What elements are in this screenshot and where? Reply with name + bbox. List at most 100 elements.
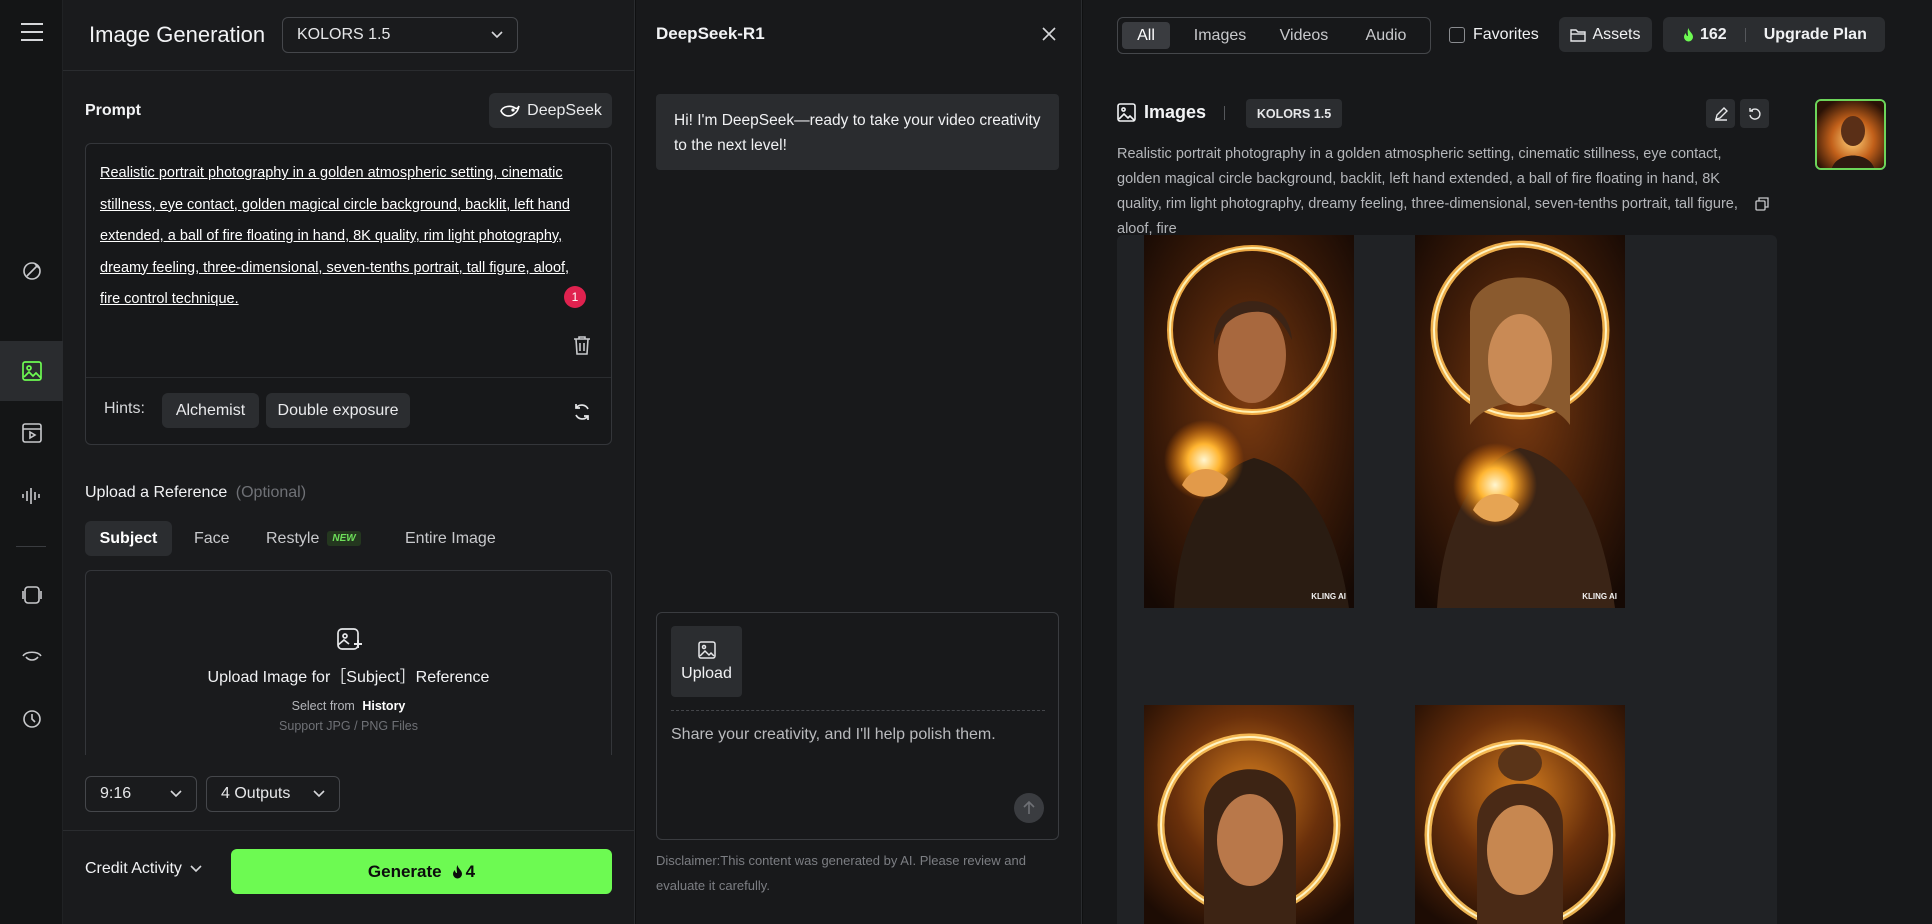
generated-image-2[interactable]: KLING AI	[1415, 235, 1625, 608]
new-badge: NEW	[327, 531, 361, 546]
hint-chip-alchemist[interactable]: Alchemist	[162, 393, 259, 428]
credit-activity-dropdown[interactable]: Credit Activity	[85, 860, 202, 878]
folder-icon	[1570, 28, 1587, 42]
chat-upload-label: Upload	[681, 664, 732, 682]
filter-label: All	[1137, 26, 1155, 44]
tab-entire-image[interactable]: Entire Image	[405, 521, 496, 556]
support-text: Support JPG / PNG Files	[279, 719, 418, 733]
reference-upload-dropzone[interactable]: Upload Image for［Subject］Reference Selec…	[85, 570, 612, 755]
canvas-nav-icon[interactable]	[0, 565, 63, 625]
generated-image-1[interactable]: KLING AI	[1144, 235, 1354, 608]
image-generation-nav-icon[interactable]	[0, 341, 63, 401]
generate-button[interactable]: Generate 4	[231, 849, 612, 894]
reference-label: Upload a Reference (Optional)	[85, 484, 306, 502]
assistant-message: Hi! I'm DeepSeek—ready to take your vide…	[656, 94, 1059, 170]
chevron-down-icon	[313, 790, 325, 798]
chat-input-box[interactable]: Upload Share your creativity, and I'll h…	[656, 612, 1059, 840]
filter-videos[interactable]: Videos	[1268, 22, 1340, 49]
assets-label: Assets	[1592, 25, 1641, 43]
prompt-textarea[interactable]: Realistic portrait photography in a gold…	[85, 143, 612, 445]
credits-divider	[1744, 27, 1746, 42]
deepseek-button[interactable]: DeepSeek	[489, 93, 612, 128]
left-rail	[0, 0, 63, 924]
aspect-ratio-select[interactable]: 9:16	[85, 776, 197, 812]
tab-label: Face	[194, 529, 230, 547]
kling-watermark: KLING AI	[1582, 592, 1617, 601]
chevron-down-icon	[491, 31, 503, 39]
generate-cost-value: 4	[465, 861, 476, 881]
history-nav-icon[interactable]	[0, 689, 63, 749]
tab-face[interactable]: Face	[194, 521, 230, 556]
generation-settings-panel: Image Generation KOLORS 1.5 Prompt DeepS…	[63, 0, 635, 924]
history-thumbnail[interactable]	[1815, 99, 1886, 170]
credits-count: 162	[1700, 25, 1727, 43]
media-filter-tabs: All Images Videos Audio	[1117, 17, 1431, 54]
hint-chip-label: Alchemist	[175, 401, 246, 419]
chevron-down-icon	[190, 865, 202, 873]
history-link[interactable]: History	[362, 699, 405, 713]
footer-divider	[63, 830, 635, 831]
rail-divider	[16, 546, 46, 547]
generate-cost: 4	[452, 862, 475, 882]
chat-title: DeepSeek-R1	[656, 24, 765, 43]
filter-label: Audio	[1365, 26, 1407, 44]
result-prompt-text: Realistic portrait photography in a gold…	[1117, 146, 1738, 237]
filter-label: Images	[1193, 26, 1247, 44]
deepseek-label: DeepSeek	[527, 101, 602, 119]
close-icon[interactable]	[1042, 27, 1056, 41]
assets-button[interactable]: Assets	[1559, 17, 1652, 52]
tab-label: Restyle	[266, 529, 320, 547]
audio-nav-icon[interactable]	[0, 465, 63, 525]
copy-icon[interactable]	[1755, 197, 1769, 211]
tab-restyle[interactable]: Restyle NEW	[266, 521, 361, 556]
trash-icon[interactable]	[573, 335, 591, 355]
filter-all[interactable]: All	[1122, 22, 1170, 49]
input-divider	[671, 710, 1045, 711]
hints-label: Hints:	[104, 400, 145, 417]
tab-label: Subject	[99, 529, 158, 547]
section-divider	[1224, 105, 1226, 120]
credits-upgrade-bar[interactable]: 162 Upgrade Plan	[1663, 17, 1885, 52]
result-model-chip: KOLORS 1.5	[1246, 99, 1342, 128]
images-section-title: Images	[1144, 102, 1207, 122]
image-icon	[697, 640, 716, 659]
image-icon	[1117, 103, 1136, 122]
send-button[interactable]	[1014, 793, 1044, 823]
prompt-text[interactable]: Realistic portrait photography in a gold…	[100, 158, 580, 316]
outputs-select[interactable]: 4 Outputs	[206, 776, 340, 812]
upload-title: Upload Image for［Subject］Reference	[207, 669, 490, 686]
chat-input-placeholder[interactable]: Share your creativity, and I'll help pol…	[671, 726, 996, 744]
generated-image-4[interactable]	[1415, 705, 1625, 924]
chat-upload-button[interactable]: Upload	[671, 626, 742, 697]
select-from-row: Select from History	[86, 699, 611, 713]
hint-chip-double-exposure[interactable]: Double exposure	[266, 393, 410, 428]
reference-label-text: Upload a Reference	[85, 484, 228, 501]
add-image-icon	[336, 626, 364, 652]
eye-nav-icon[interactable]	[0, 626, 63, 686]
tab-subject[interactable]: Subject	[85, 521, 172, 556]
filter-audio[interactable]: Audio	[1350, 22, 1422, 49]
upgrade-plan-link[interactable]: Upgrade Plan	[1764, 26, 1867, 44]
menu-icon[interactable]	[0, 2, 63, 62]
favorites-toggle[interactable]: Favorites	[1449, 26, 1539, 44]
sparkle-edit-icon[interactable]	[0, 241, 63, 301]
refresh-hints-icon[interactable]	[572, 402, 592, 422]
video-nav-icon[interactable]	[0, 403, 63, 463]
model-select[interactable]: KOLORS 1.5	[282, 17, 518, 53]
select-from-label: Select from	[291, 699, 355, 713]
prompt-label: Prompt	[85, 102, 141, 119]
deepseek-whale-icon	[500, 105, 520, 117]
edit-icon[interactable]	[1706, 99, 1735, 128]
generated-image-3[interactable]	[1144, 705, 1354, 924]
regenerate-icon[interactable]	[1740, 99, 1769, 128]
hint-chip-label: Double exposure	[277, 401, 399, 419]
results-panel: All Images Videos Audio Favorites Assets…	[1083, 0, 1932, 924]
issue-count-badge[interactable]: 1	[564, 286, 586, 308]
tab-label: Entire Image	[405, 529, 496, 547]
outputs-value: 4 Outputs	[221, 785, 291, 802]
favorites-checkbox[interactable]	[1449, 27, 1465, 43]
arrow-up-icon	[1023, 801, 1035, 814]
chevron-down-icon	[170, 790, 182, 798]
filter-images[interactable]: Images	[1182, 22, 1258, 49]
reference-optional: (Optional)	[235, 484, 307, 501]
